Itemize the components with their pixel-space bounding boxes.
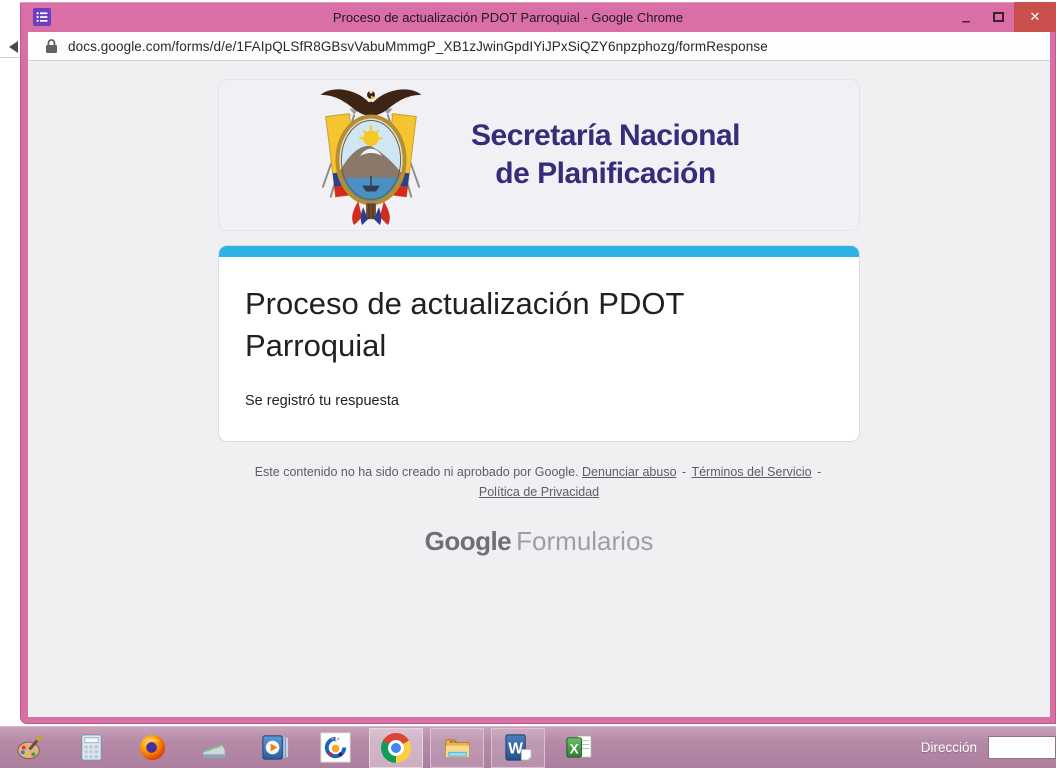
google-brand-text: Google xyxy=(425,526,512,556)
desktop: Proceso de actualización PDOT Parroquial… xyxy=(0,0,1056,768)
terms-of-service-link[interactable]: Términos del Servicio xyxy=(691,465,811,479)
back-arrow-icon[interactable] xyxy=(9,41,18,53)
address-toolbar-input[interactable] xyxy=(988,736,1056,759)
forms-product-text: Formularios xyxy=(516,526,653,556)
maximize-icon xyxy=(993,12,1004,22)
window-titlebar[interactable]: Proceso de actualización PDOT Parroquial… xyxy=(20,2,1056,32)
page-url[interactable]: docs.google.com/forms/d/e/1FAIpQLSfR8GBs… xyxy=(68,39,768,54)
word-icon: W xyxy=(502,732,534,764)
padlock-icon xyxy=(45,38,58,54)
org-title: Secretaría Nacional de Planificación xyxy=(471,117,740,194)
file-explorer-icon xyxy=(441,732,473,764)
page-viewport: Secretaría Nacional de Planificación Pro… xyxy=(28,61,1050,717)
footer-separator: - xyxy=(682,465,686,479)
form-header-image: Secretaría Nacional de Planificación xyxy=(218,79,860,231)
form-card: Proceso de actualización PDOT Parroquial… xyxy=(218,245,860,442)
browser-window: Proceso de actualización PDOT Parroquial… xyxy=(20,2,1056,724)
media-player-icon[interactable] xyxy=(258,732,290,764)
chrome-taskbar-button[interactable] xyxy=(369,728,423,768)
form-title: Proceso de actualización PDOT Parroquial xyxy=(245,283,805,367)
maximize-button[interactable] xyxy=(982,2,1014,32)
scanner-icon[interactable] xyxy=(197,732,229,764)
address-toolbar-label: Dirección xyxy=(921,740,977,755)
file-explorer-taskbar-button[interactable] xyxy=(430,728,484,768)
excel-icon[interactable]: X xyxy=(563,732,595,764)
form-footer: Este contenido no ha sido creado ni apro… xyxy=(239,462,839,502)
footer-disclaimer: Este contenido no ha sido creado ni apro… xyxy=(255,465,579,479)
address-bar[interactable]: docs.google.com/forms/d/e/1FAIpQLSfR8GBs… xyxy=(28,32,1050,61)
background-window-strip xyxy=(0,0,20,726)
window-body: docs.google.com/forms/d/e/1FAIpQLSfR8GBs… xyxy=(28,32,1050,717)
calculator-icon[interactable] xyxy=(75,732,107,764)
org-title-line1: Secretaría Nacional xyxy=(471,117,740,155)
word-taskbar-button[interactable]: W xyxy=(491,728,545,768)
org-title-line2: de Planificación xyxy=(471,155,740,193)
background-window-divider xyxy=(0,57,20,58)
footer-separator: - xyxy=(817,465,821,479)
paint-icon[interactable] xyxy=(14,732,46,764)
confirmation-message: Se registró tu respuesta xyxy=(245,393,833,409)
gis-app-icon[interactable] xyxy=(319,732,351,764)
form-column: Secretaría Nacional de Planificación Pro… xyxy=(218,79,860,557)
privacy-policy-link[interactable]: Política de Privacidad xyxy=(479,485,599,499)
close-button[interactable]: ✕ xyxy=(1014,2,1056,32)
report-abuse-link[interactable]: Denunciar abuso xyxy=(582,465,677,479)
chrome-icon xyxy=(380,732,412,764)
firefox-icon[interactable] xyxy=(136,732,168,764)
window-controls: – ✕ xyxy=(950,2,1056,32)
taskbar: W X Dirección xyxy=(0,726,1056,768)
ecuador-coat-of-arms-icon xyxy=(295,81,447,229)
google-forms-logo: GoogleFormularios xyxy=(218,526,860,557)
forms-list-glyph xyxy=(36,11,48,23)
svg-text:X: X xyxy=(569,741,578,756)
minimize-button[interactable]: – xyxy=(950,2,982,32)
window-title: Proceso de actualización PDOT Parroquial… xyxy=(80,10,936,25)
address-toolbar: Dirección xyxy=(921,736,1056,759)
google-forms-favicon-icon xyxy=(33,8,51,26)
form-accent-bar xyxy=(219,246,859,257)
